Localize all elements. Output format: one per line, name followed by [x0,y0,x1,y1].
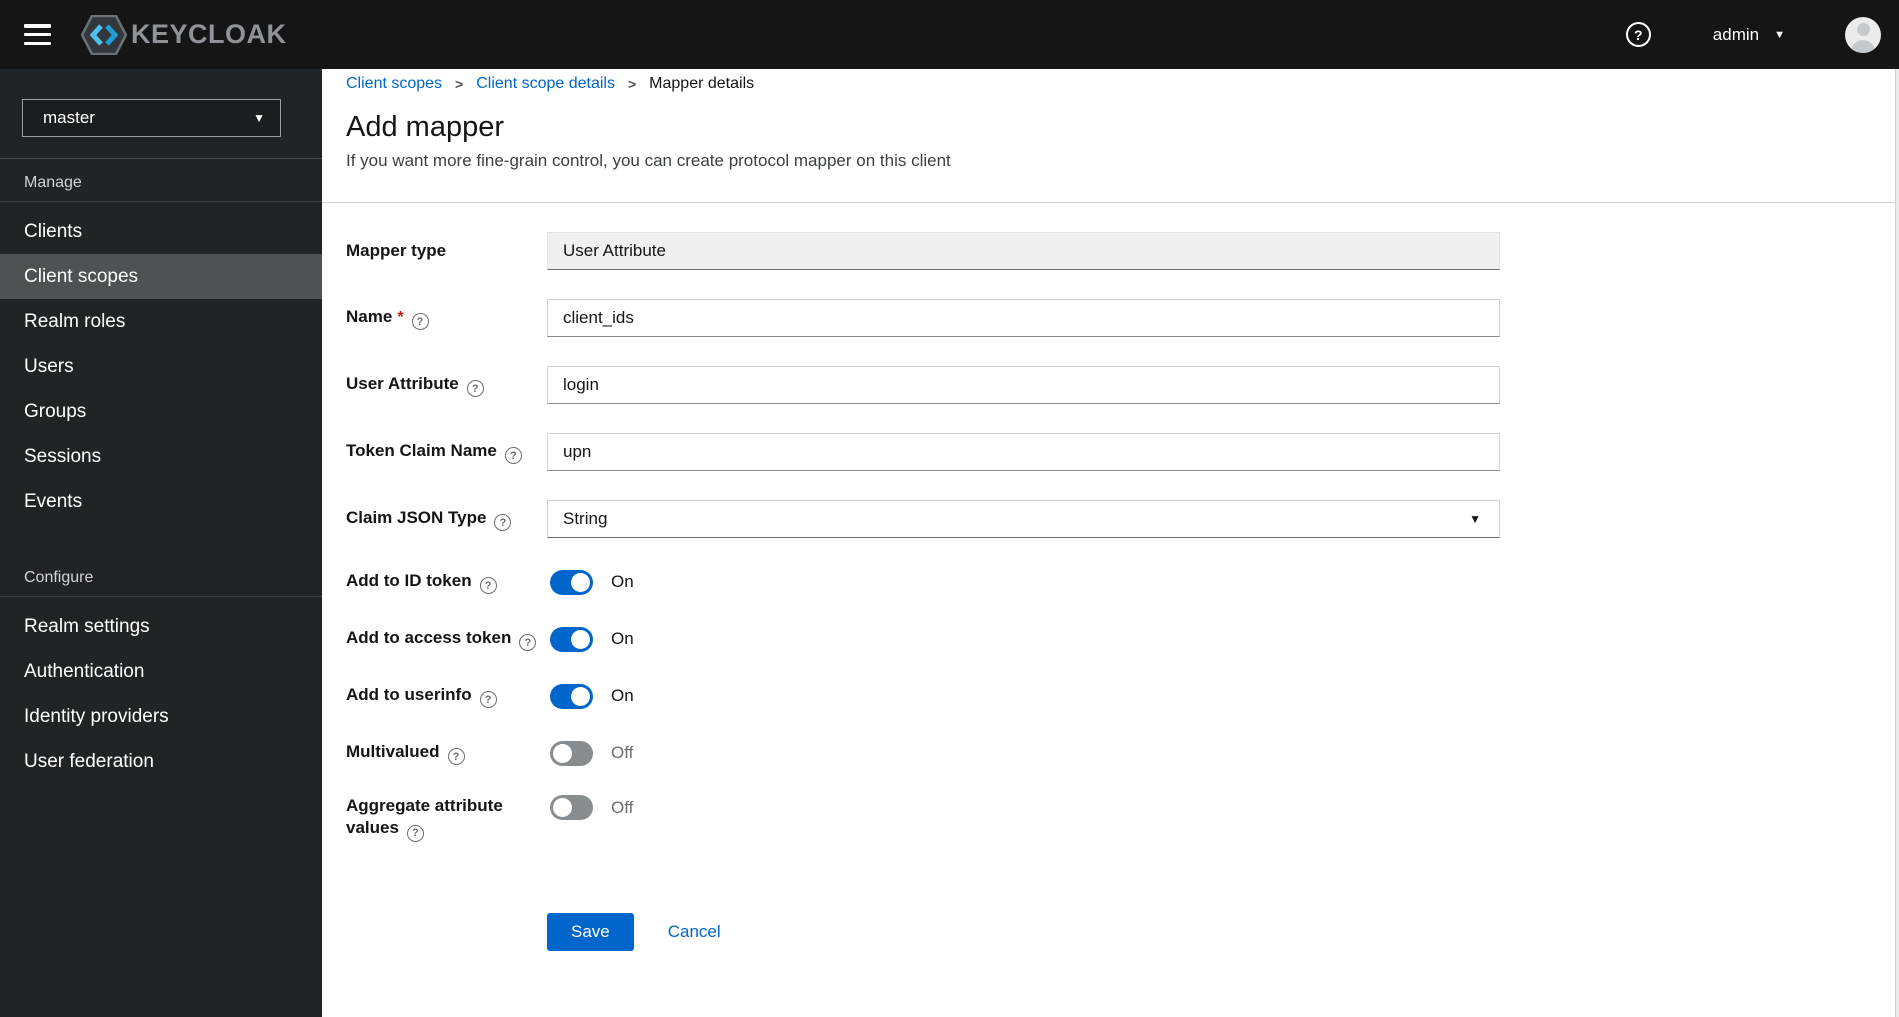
field-add-to-userinfo: Add to userinfo? On [346,681,1875,711]
field-label: Mapper type [346,241,447,260]
field-add-to-id-token: Add to ID token? On [346,567,1875,597]
field-label: Add to ID token [346,570,472,590]
main-content: Client scopes > Client scope details > M… [322,69,1899,1017]
sidebar-item-sessions[interactable]: Sessions [0,434,322,479]
help-icon[interactable]: ? [494,514,512,532]
toggle-state-label: Off [611,743,634,762]
sidebar-item-groups[interactable]: Groups [0,389,322,434]
field-token-claim-name: Token Claim Name? [346,433,1875,471]
sidebar: master ▼ Manage Clients Client scopes Re… [0,69,322,1017]
breadcrumb: Client scopes > Client scope details > M… [346,75,1875,93]
field-mapper-type: Mapper type [346,232,1875,270]
help-icon[interactable]: ? [406,824,424,842]
sidebar-item-identity-providers[interactable]: Identity providers [0,694,322,739]
add-to-id-token-toggle[interactable] [550,569,593,595]
avatar[interactable] [1845,16,1881,53]
brand-text: KEYCLOAK [131,19,287,49]
user-name: admin [1712,24,1760,44]
required-marker: * [397,308,404,326]
help-icon[interactable]: ? [447,748,465,766]
scrollbar[interactable] [1895,69,1899,1017]
keycloak-logo: KEYCLOAK [81,14,287,55]
field-add-to-access-token: Add to access token? On [346,624,1875,654]
realm-name: master [43,108,95,127]
breadcrumb-separator-icon: > [455,76,464,92]
claim-json-type-select[interactable]: String ▼ [547,500,1500,538]
chevron-down-icon: ▼ [1774,28,1785,41]
nav-section-title: Configure [24,569,94,586]
page-subtitle: If you want more fine-grain control, you… [346,151,951,170]
help-icon[interactable]: ? [479,577,497,595]
sidebar-item-events[interactable]: Events [0,479,322,524]
field-label: Add to userinfo [346,684,472,704]
help-icon[interactable]: ? [479,691,497,709]
field-multivalued: Multivalued? Off [346,738,1875,768]
breadcrumb-client-scopes[interactable]: Client scopes [346,75,442,93]
toggle-state-label: Off [611,797,634,817]
sidebar-item-realm-settings[interactable]: Realm settings [0,604,322,649]
add-to-userinfo-toggle[interactable] [550,683,593,709]
mapper-type-input [547,232,1500,270]
sidebar-item-authentication[interactable]: Authentication [0,649,322,694]
field-label: Claim JSON Type [346,507,487,527]
token-claim-name-input[interactable] [547,433,1500,471]
sidebar-item-user-federation[interactable]: User federation [0,739,322,784]
field-label: Token Claim Name [346,440,497,460]
field-label: Aggregate attribute values [346,796,503,837]
realm-selector[interactable]: master ▼ [22,99,281,137]
name-input[interactable] [547,299,1500,337]
add-to-access-token-toggle[interactable] [550,626,593,652]
user-attribute-input[interactable] [547,366,1500,404]
chevron-down-icon: ▼ [1469,512,1481,526]
help-icon[interactable]: ? [411,313,429,331]
help-icon[interactable]: ? [504,447,522,465]
topbar: KEYCLOAK ? admin ▼ [0,0,1899,69]
field-label: Name [346,306,393,326]
aggregate-attribute-values-toggle[interactable] [550,795,593,820]
select-value: String [563,509,608,528]
help-icon[interactable]: ? [519,634,537,652]
page-title: Add mapper [346,111,504,143]
nav-section-configure: Configure Realm settings Authentication … [0,554,322,784]
breadcrumb-separator-icon: > [627,76,637,92]
help-icon[interactable]: ? [1625,22,1651,47]
save-button[interactable]: Save [547,912,634,951]
keycloak-hexagon-icon [81,14,127,55]
field-claim-json-type: Claim JSON Type? String ▼ [346,500,1875,538]
breadcrumb-current: Mapper details [649,75,755,92]
chevron-down-icon: ▼ [253,111,265,125]
mapper-form: Mapper type Name*? User Attribute? [322,203,1899,951]
sidebar-item-client-scopes[interactable]: Client scopes [0,254,322,299]
field-label: Add to access token [346,627,512,647]
field-name: Name *? [346,299,1875,337]
toggle-state-label: On [611,572,634,591]
nav-section-title: Manage [24,174,82,191]
help-icon[interactable]: ? [466,380,484,398]
sidebar-item-users[interactable]: Users [0,344,322,389]
sidebar-item-clients[interactable]: Clients [0,209,322,254]
multivalued-toggle[interactable] [550,740,593,766]
field-user-attribute: User Attribute? [346,366,1875,404]
cancel-button[interactable]: Cancel [668,922,721,942]
nav-toggle-icon[interactable] [24,24,51,45]
toggle-state-label: On [611,629,634,648]
sidebar-item-realm-roles[interactable]: Realm roles [0,299,322,344]
nav-section-manage: Manage Clients Client scopes Realm roles… [0,159,322,524]
field-label: User Attribute [346,373,459,393]
toggle-state-label: On [611,686,634,705]
field-aggregate-attribute-values: Aggregate attribute values? Off [346,795,1875,842]
field-label: Multivalued [346,741,440,761]
user-menu[interactable]: admin ▼ [1713,25,1785,45]
breadcrumb-client-scope-details[interactable]: Client scope details [476,75,615,93]
